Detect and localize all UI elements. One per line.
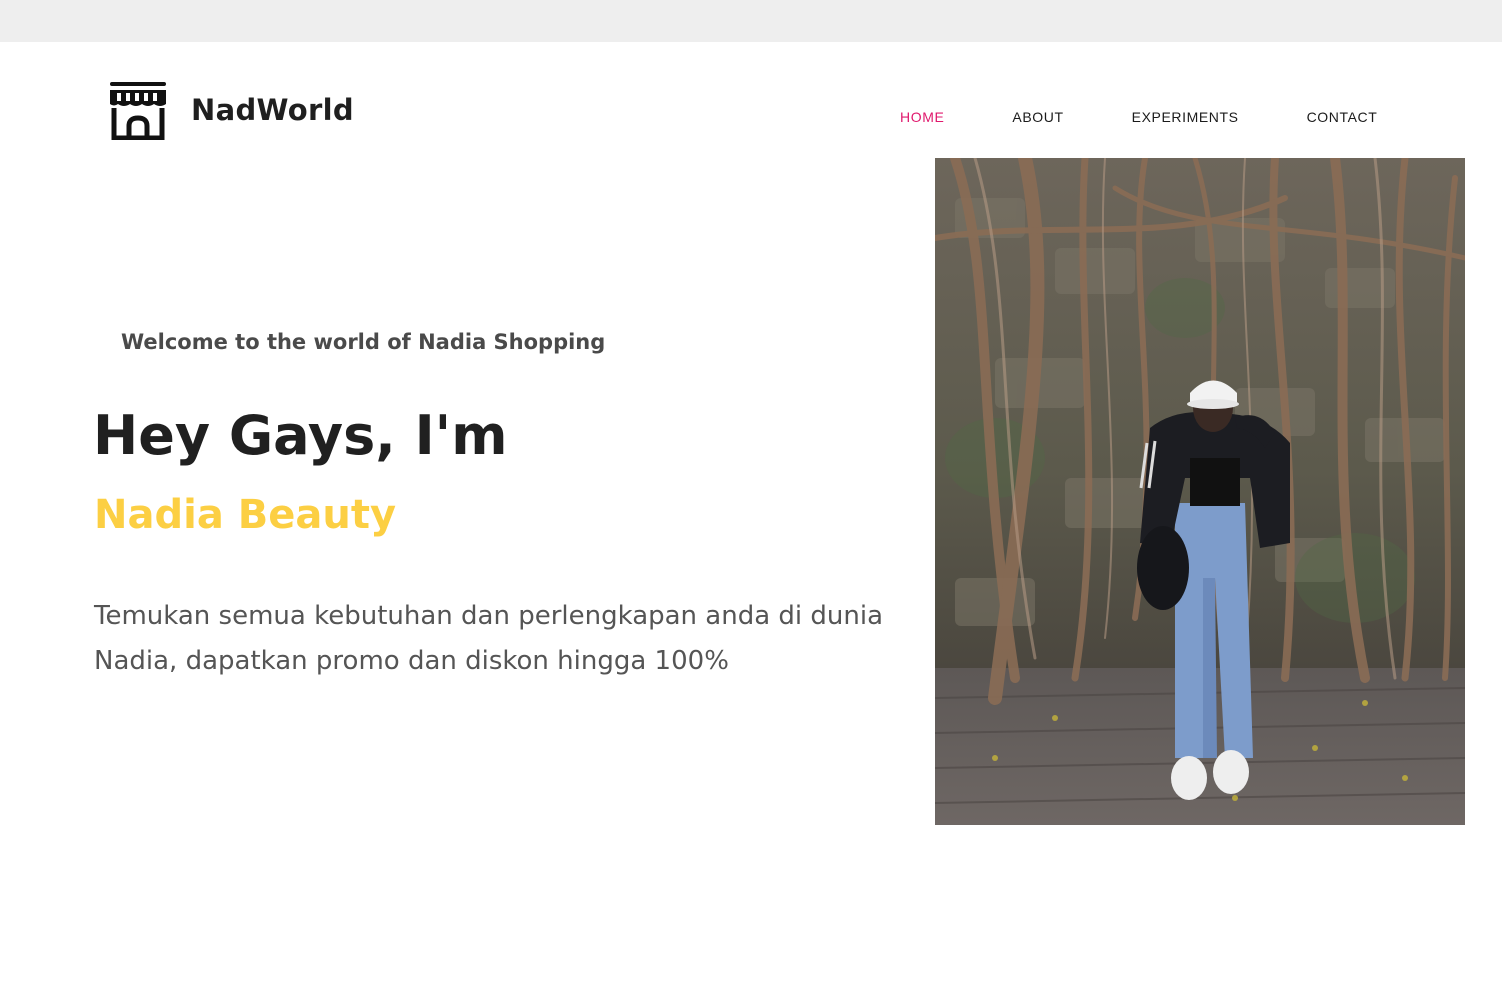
welcome-text: Welcome to the world of Nadia Shopping [121, 330, 606, 354]
hero-photo [935, 158, 1465, 825]
brand-logo[interactable]: NadWorld [108, 80, 354, 140]
hero-description: Temukan semua kebutuhan dan perlengkapan… [94, 601, 884, 676]
nav-contact[interactable]: CONTACT [1307, 109, 1378, 125]
nav-experiments[interactable]: EXPERIMENTS [1132, 109, 1239, 125]
browser-top-bar [0, 0, 1502, 42]
hero-greeting: Hey Gays, I'm [93, 404, 508, 467]
nav-about[interactable]: ABOUT [1012, 109, 1063, 125]
page: NadWorld HOME ABOUT EXPERIMENTS CONTACT … [0, 42, 1502, 992]
brand-name: NadWorld [191, 93, 354, 127]
storefront-icon [110, 82, 166, 140]
hero-photo-illustration [935, 158, 1465, 825]
hero-name: Nadia Beauty [94, 492, 397, 538]
nav-home[interactable]: HOME [900, 109, 944, 125]
main-nav: HOME ABOUT EXPERIMENTS CONTACT [900, 109, 1377, 125]
